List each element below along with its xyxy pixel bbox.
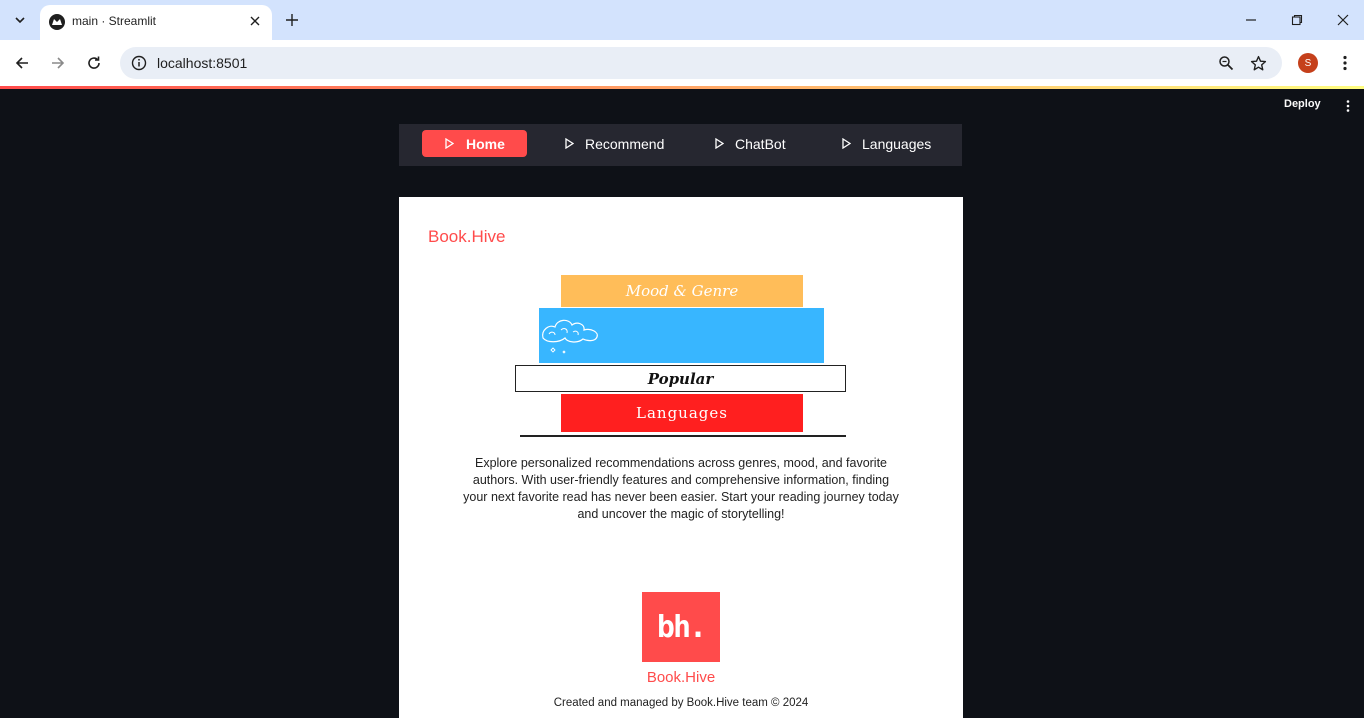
intro-description: Explore personalized recommendations acr…	[463, 456, 899, 521]
play-icon	[565, 138, 574, 149]
tab-search-button[interactable]	[8, 8, 32, 32]
book-stack-illustration: Mood & Genre Popular Languages	[514, 275, 848, 439]
minimize-button[interactable]	[1239, 8, 1263, 32]
address-bar[interactable]: localhost:8501	[120, 47, 1282, 79]
more-vertical-icon	[1346, 100, 1350, 112]
reload-icon	[88, 56, 100, 69]
play-icon	[842, 138, 851, 149]
close-window-button[interactable]	[1331, 8, 1355, 32]
restore-button[interactable]	[1285, 8, 1309, 32]
nav-item-chatbot[interactable]: ChatBot	[692, 130, 792, 157]
book-label: Mood & Genre	[625, 282, 739, 300]
book-popular: Popular	[515, 365, 846, 392]
shelf-line	[520, 435, 846, 437]
play-icon	[715, 138, 724, 149]
browser-toolbar: localhost:8501 S	[0, 40, 1364, 86]
back-button[interactable]	[10, 51, 34, 75]
arrow-right-icon	[52, 57, 65, 69]
profile-avatar[interactable]: S	[1298, 53, 1318, 73]
book-label: Popular	[647, 369, 714, 388]
nav-item-label: Home	[466, 135, 505, 152]
browser-menu-button[interactable]	[1333, 51, 1357, 75]
nav-item-languages[interactable]: Languages	[819, 130, 944, 157]
url-text: localhost:8501	[157, 55, 248, 71]
restore-icon	[1291, 14, 1303, 26]
play-icon	[445, 138, 454, 149]
reload-button[interactable]	[82, 51, 106, 75]
tab-title: main · Streamlit	[72, 14, 157, 28]
streamlit-favicon-icon	[49, 14, 65, 30]
book-languages: Languages	[561, 394, 803, 432]
home-banner: Book.Hive Mood & Genre Popular Languages…	[399, 197, 963, 718]
close-tab-icon[interactable]	[247, 13, 263, 29]
bookhive-logo: bh.	[642, 592, 720, 662]
arrow-left-icon	[15, 57, 28, 69]
logo-text: bh.	[656, 609, 707, 645]
book-label: Languages	[636, 404, 728, 422]
brand-title: Book.Hive	[428, 227, 506, 246]
cloud-doodle-icon	[542, 319, 598, 354]
minimize-icon	[1246, 19, 1256, 21]
header-decoration	[0, 86, 1364, 89]
more-vertical-icon	[1343, 55, 1347, 71]
nav-item-home[interactable]: Home	[422, 130, 527, 157]
footer-credit: Created and managed by Book.Hive team © …	[553, 697, 809, 709]
option-menu-navbar: Home Recommend ChatBot Languages	[399, 124, 962, 166]
streamlit-app: Deploy Home Recommend ChatBot Languages …	[0, 86, 1364, 718]
forward-button[interactable]	[46, 51, 70, 75]
plus-icon	[286, 14, 298, 26]
close-icon	[1337, 14, 1349, 26]
browser-tab[interactable]: main · Streamlit	[40, 5, 272, 40]
zoom-icon[interactable]	[1216, 53, 1236, 73]
book-blue	[539, 308, 824, 363]
nav-item-recommend[interactable]: Recommend	[542, 130, 672, 157]
nav-item-label: Languages	[862, 135, 932, 152]
nav-item-label: ChatBot	[735, 135, 786, 152]
app-menu-button[interactable]	[1340, 98, 1356, 114]
book-mood-genre: Mood & Genre	[561, 275, 803, 307]
browser-tabstrip: main · Streamlit	[0, 0, 1364, 40]
site-info-icon[interactable]	[128, 52, 150, 74]
bookmark-star-icon[interactable]	[1248, 53, 1268, 73]
deploy-button[interactable]: Deploy	[1284, 98, 1321, 110]
chevron-down-icon	[15, 17, 25, 24]
nav-item-label: Recommend	[585, 135, 665, 152]
footer-brand: Book.Hive	[646, 669, 716, 686]
new-tab-button[interactable]	[280, 8, 304, 32]
